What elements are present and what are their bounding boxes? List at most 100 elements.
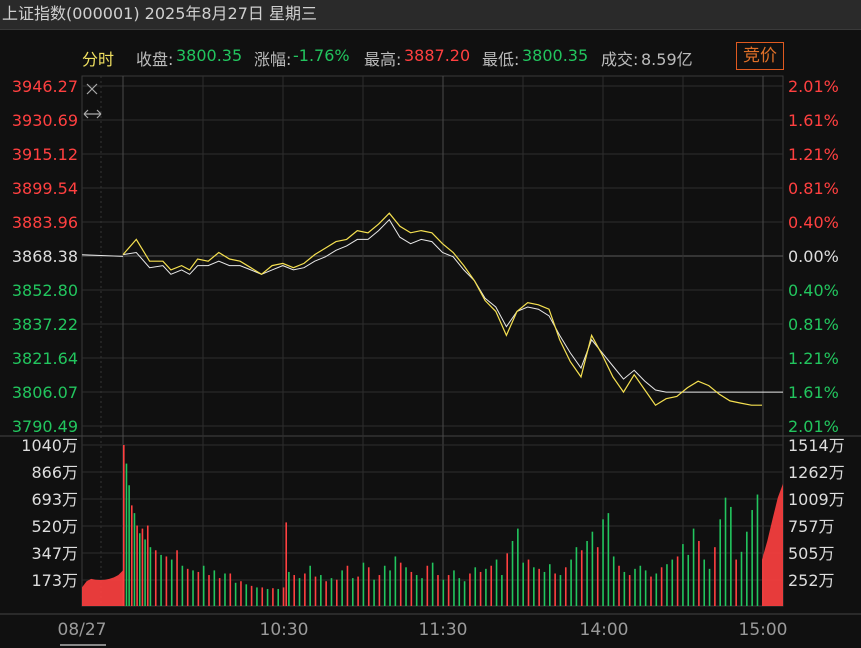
volume-bar: [133, 513, 136, 606]
volume-bar: [224, 573, 226, 606]
volume-bar: [437, 575, 439, 606]
volume-bar: [229, 573, 232, 606]
volume-bar: [426, 565, 429, 606]
volume-bar: [506, 553, 508, 606]
percent-tick-label: 0.81%: [788, 315, 839, 334]
volume-bar: [421, 578, 423, 606]
volume-bar: [442, 579, 445, 606]
volume-bar: [123, 445, 125, 606]
volume-bar: [671, 559, 674, 606]
time-tick-label: 15:00: [739, 620, 788, 640]
volume-bar: [336, 579, 338, 606]
percent-tick-label: 2.01%: [788, 77, 839, 96]
volume-bar: [405, 567, 407, 606]
volume-bar: [277, 588, 280, 606]
volume-tick-label-right: 252万: [788, 571, 835, 590]
volume-bar: [724, 497, 727, 606]
volume-bar: [628, 575, 631, 606]
horizontal-arrows-icon[interactable]: [83, 109, 102, 119]
volume-bar: [703, 559, 706, 606]
volume-bar: [399, 562, 402, 606]
price-tick-label: 3946.27: [12, 77, 78, 96]
volume-bar: [125, 463, 128, 606]
volume-bar: [740, 551, 743, 606]
volume-bar: [655, 573, 658, 606]
volume-bar: [138, 533, 141, 606]
volume-bar: [447, 575, 450, 606]
volume-tick-label: 173万: [31, 571, 78, 590]
volume-bar: [708, 568, 711, 606]
volume-tick-label: 520万: [31, 517, 78, 536]
volume-tick-label-right: 505万: [788, 544, 835, 563]
volume-bar: [474, 567, 477, 606]
price-axis-left: 3946.27 3930.69 3915.12 3899.54 3883.96 3868.…: [12, 77, 78, 436]
price-tick-label: 3883.96: [12, 213, 78, 232]
price-tick-label: 3821.64: [12, 349, 78, 368]
volume-bar: [394, 556, 397, 606]
volume-bar: [304, 573, 306, 606]
volume-bar: [181, 565, 184, 606]
volume-bar: [330, 578, 333, 606]
price-tick-label: 3915.12: [12, 145, 78, 164]
volume-bar: [341, 570, 343, 606]
volume-bar: [463, 581, 466, 606]
volume-bar: [298, 578, 301, 606]
volume-bar: [698, 540, 700, 606]
volume-bar: [136, 525, 138, 606]
volume-bar: [130, 505, 133, 606]
price-tick-label: 3930.69: [12, 111, 78, 130]
volume-tick-label: 866万: [31, 463, 78, 482]
price-tick-label: 3852.80: [12, 281, 78, 300]
volume-bar: [570, 559, 572, 606]
time-axis: 08/27 10:30 11:30 14:00 15:00: [58, 620, 788, 646]
price-tick-label: 3899.54: [12, 179, 78, 198]
volume-bar: [511, 540, 514, 606]
volume-bar: [285, 522, 288, 606]
volume-bar: [501, 575, 503, 606]
volume-bar: [495, 559, 498, 606]
percent-tick-label: 2.01%: [788, 417, 839, 436]
volume-bar: [218, 578, 221, 606]
volume-bar: [245, 584, 248, 606]
percent-tick-label: 0.40%: [788, 213, 839, 232]
volume-bar: [176, 550, 178, 606]
time-tick-label: 08/27: [58, 620, 107, 640]
volume-bar: [314, 576, 317, 606]
volume-bar: [192, 570, 194, 606]
volume-bar: [559, 575, 562, 606]
price-tick-label: 3868.38: [12, 247, 78, 266]
time-tick-label: 14:00: [580, 620, 629, 640]
volume-bar: [623, 571, 626, 606]
volume-bar: [580, 550, 583, 606]
volume-bar: [383, 565, 386, 606]
volume-bar: [325, 581, 327, 606]
volume-bar: [479, 571, 482, 606]
volume-bar: [154, 550, 157, 606]
volume-axis-left: 1040万 866万 693万 520万 347万 173万: [21, 436, 78, 590]
volume-bar: [756, 494, 759, 606]
volume-bar: [170, 559, 173, 606]
volume-bar: [735, 559, 737, 606]
volume-bar: [746, 531, 748, 606]
volume-bar: [751, 510, 753, 606]
percent-axis-right: 2.01% 1.61% 1.21% 0.81% 0.40% 0.00% 0.40% 0.81%…: [788, 77, 839, 436]
volume-bar: [453, 570, 455, 606]
volume-bar: [351, 578, 354, 606]
volume-bar: [378, 575, 381, 606]
volume-tick-label-right: 1009万: [788, 490, 845, 509]
volume-tick-label: 693万: [31, 490, 78, 509]
percent-tick-label: 0.00%: [788, 247, 839, 266]
volume-bar: [469, 573, 471, 606]
volume-bar: [586, 540, 588, 606]
volume-bar: [240, 581, 242, 606]
volume-bar: [282, 587, 285, 606]
price-tick-label: 3806.07: [12, 383, 78, 402]
time-tick-label: 11:30: [419, 620, 468, 640]
percent-tick-label: 0.81%: [788, 179, 839, 198]
volume-bar: [634, 568, 636, 606]
volume-axis-right: 1514万 1262万 1009万 757万 505万 252万: [788, 436, 845, 590]
volume-bar: [234, 582, 237, 606]
volume-bar: [602, 519, 604, 606]
percent-tick-label: 1.61%: [788, 383, 839, 402]
volume-bar: [272, 588, 274, 606]
